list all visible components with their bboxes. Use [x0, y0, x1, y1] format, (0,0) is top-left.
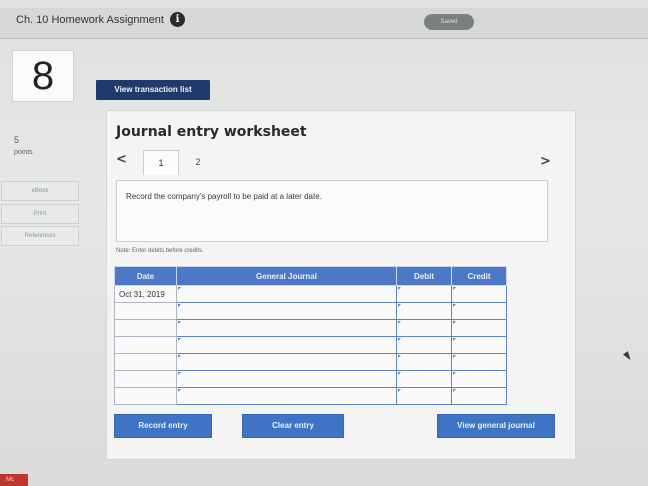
- chevron-right-icon[interactable]: >: [540, 154, 551, 169]
- debit-input[interactable]: [396, 370, 452, 388]
- credit-input[interactable]: [451, 319, 507, 337]
- debit-input[interactable]: [396, 319, 452, 337]
- debit-input[interactable]: [396, 387, 452, 405]
- debit-input[interactable]: [396, 336, 452, 354]
- date-cell: [114, 319, 177, 337]
- debit-input[interactable]: [396, 285, 452, 303]
- chevron-left-icon[interactable]: <: [116, 152, 127, 167]
- table-row: [114, 370, 507, 388]
- brand-logo: Mc: [0, 474, 28, 486]
- worksheet-title: Journal entry worksheet: [116, 124, 307, 140]
- credit-input[interactable]: [451, 302, 507, 320]
- table-row: Oct 31, 2019: [114, 285, 507, 303]
- credit-input[interactable]: [451, 285, 507, 303]
- account-select[interactable]: [176, 370, 397, 388]
- tab-1[interactable]: 1: [143, 150, 179, 175]
- date-cell: [114, 302, 177, 320]
- date-cell: [114, 353, 177, 371]
- journal-table: Date General Journal Debit Credit Oct 31…: [114, 266, 507, 405]
- saved-status-pill: Saved: [424, 14, 474, 30]
- date-cell: [114, 387, 177, 405]
- date-cell: [114, 336, 177, 354]
- assignment-title: Ch. 10 Homework Assignment: [16, 14, 164, 26]
- column-header-date: Date: [114, 266, 177, 286]
- credit-input[interactable]: [451, 387, 507, 405]
- record-entry-button[interactable]: Record entry: [114, 414, 212, 438]
- column-header-credit: Credit: [451, 266, 507, 286]
- print-button[interactable]: Print: [1, 204, 79, 224]
- credit-input[interactable]: [451, 336, 507, 354]
- view-general-journal-button[interactable]: View general journal: [437, 414, 555, 438]
- note-text: Note: Enter debits before credits.: [116, 248, 204, 254]
- table-row: [114, 302, 507, 320]
- question-number: 8: [12, 50, 74, 102]
- instruction-box: [116, 180, 548, 242]
- references-button[interactable]: References: [1, 226, 79, 246]
- table-row: [114, 336, 507, 354]
- account-select[interactable]: [176, 285, 397, 303]
- account-select[interactable]: [176, 319, 397, 337]
- info-icon[interactable]: i: [170, 12, 185, 27]
- column-header-debit: Debit: [396, 266, 452, 286]
- account-select[interactable]: [176, 353, 397, 371]
- column-header-general-journal: General Journal: [176, 266, 397, 286]
- debit-input[interactable]: [396, 353, 452, 371]
- debit-input[interactable]: [396, 302, 452, 320]
- account-select[interactable]: [176, 302, 397, 320]
- date-cell: [114, 370, 177, 388]
- tab-2[interactable]: 2: [186, 150, 210, 174]
- points-value: 5: [14, 135, 20, 145]
- credit-input[interactable]: [451, 353, 507, 371]
- account-select[interactable]: [176, 336, 397, 354]
- credit-input[interactable]: [451, 370, 507, 388]
- table-row: [114, 319, 507, 337]
- date-cell: Oct 31, 2019: [114, 285, 177, 303]
- instruction-text: Record the company's payroll to be paid …: [126, 192, 322, 201]
- journal-header-row: Date General Journal Debit Credit: [114, 266, 507, 286]
- clear-entry-button[interactable]: Clear entry: [242, 414, 344, 438]
- ebook-button[interactable]: eBook: [1, 181, 79, 201]
- table-row: [114, 387, 507, 405]
- account-select[interactable]: [176, 387, 397, 405]
- table-row: [114, 353, 507, 371]
- view-transaction-list-button[interactable]: View transaction list: [96, 80, 210, 100]
- points-label: points: [14, 149, 33, 156]
